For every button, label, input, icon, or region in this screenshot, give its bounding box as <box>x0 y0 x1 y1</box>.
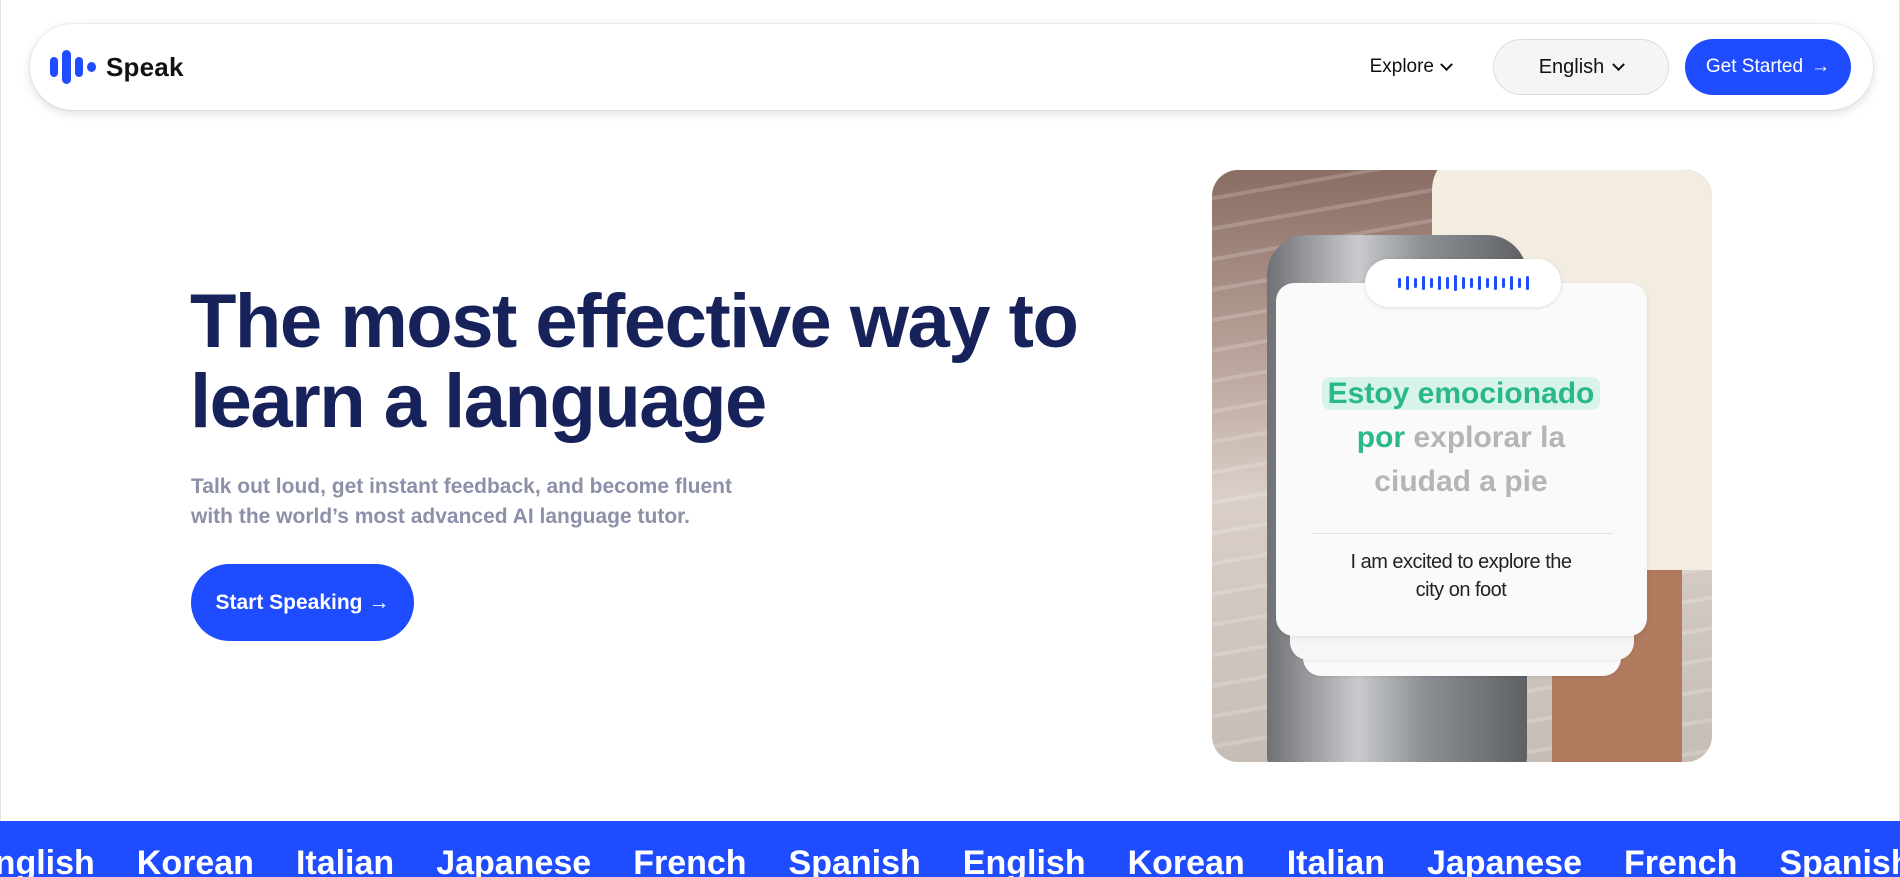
marquee-language: Italian <box>295 844 395 877</box>
get-started-button[interactable]: Get Started → <box>1685 39 1851 95</box>
spanish-phrase: Estoy emocionado por explorar la ciudad … <box>1306 372 1616 504</box>
hero-subtitle-line-1: Talk out loud, get instant feedback, and… <box>191 475 733 498</box>
hero-title-line-2: learn a language <box>190 359 767 444</box>
language-select-button[interactable]: English <box>1493 39 1669 95</box>
chevron-down-icon <box>1440 57 1453 71</box>
audio-waveform-icon <box>1365 259 1561 307</box>
marquee-language: English <box>962 844 1086 877</box>
get-started-label: Get Started <box>1705 56 1804 77</box>
marquee-language: French <box>1623 844 1738 877</box>
nav-actions: Explore English Get Started → <box>1344 39 1851 95</box>
marquee-language: Italian <box>1286 844 1385 877</box>
start-speaking-button[interactable]: Start Speaking → <box>191 564 414 641</box>
spanish-remaining-text: ciudad a pie <box>1374 465 1548 498</box>
brand-name: Speak <box>106 51 184 82</box>
hero-title: The most effective way to learn a langua… <box>190 282 1090 442</box>
chevron-down-icon <box>1612 57 1626 71</box>
brand-logo[interactable]: Speak <box>50 50 184 84</box>
marquee-language: Japanese <box>436 844 592 877</box>
marquee-language: French <box>633 844 747 877</box>
language-label: English <box>1538 55 1605 78</box>
marquee-language: Spanish <box>788 844 921 877</box>
marquee-language: Japanese <box>1426 844 1582 877</box>
language-marquee: English Korean Italian Japanese French Spanis… <box>0 821 1900 877</box>
marquee-language: Korean <box>136 844 254 877</box>
marquee-track: English Korean Italian Japanese French Spanis… <box>0 843 1900 877</box>
explore-label: Explore <box>1369 56 1434 77</box>
marquee-language: Spanish <box>1779 844 1900 877</box>
explore-menu-button[interactable]: Explore <box>1344 56 1477 78</box>
speak-logo-icon <box>50 50 96 84</box>
english-translation: I am excited to explore the city on foot <box>1326 548 1596 604</box>
translation-line-2: city on foot <box>1415 579 1507 601</box>
marquee-language: English <box>0 844 95 877</box>
spanish-highlighted-word: por <box>1356 421 1406 454</box>
marquee-language: Korean <box>1127 844 1245 877</box>
start-speaking-label: Start Speaking <box>215 590 363 614</box>
translation-line-1: I am excited to explore the <box>1350 551 1572 573</box>
hero-subtitle-line-2: with the world’s most advanced AI langua… <box>191 505 691 528</box>
arrow-right-icon: → <box>368 590 390 614</box>
spanish-highlighted-text: Estoy emocionado <box>1321 377 1601 410</box>
spanish-remaining-text: explorar la <box>1413 421 1566 454</box>
arrow-right-icon: → <box>1811 56 1831 77</box>
hero-subtitle: Talk out loud, get instant feedback, and… <box>191 472 791 532</box>
card-divider <box>1313 533 1613 534</box>
top-navigation: Speak Explore English Get Started → <box>30 24 1873 110</box>
hero-title-line-1: The most effective way to <box>190 279 1079 364</box>
